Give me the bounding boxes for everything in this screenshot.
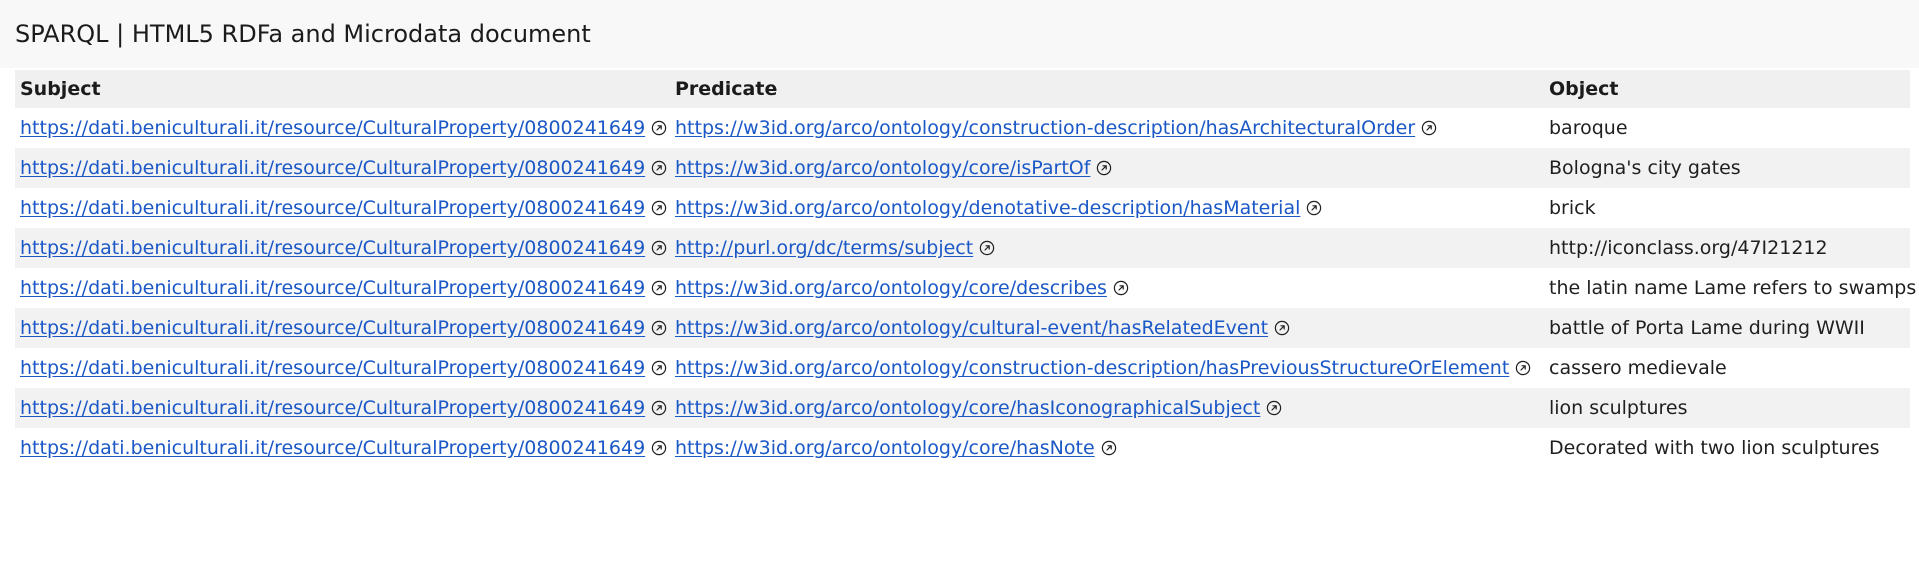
predicate-cell: https://w3id.org/arco/ontology/construct… <box>670 348 1544 388</box>
subject-link[interactable]: https://dati.beniculturali.it/resource/C… <box>20 437 645 459</box>
predicate-link[interactable]: https://w3id.org/arco/ontology/construct… <box>675 117 1415 139</box>
subject-cell: https://dati.beniculturali.it/resource/C… <box>15 308 670 348</box>
object-cell: the latin name Lame refers to swamps <box>1549 277 1917 299</box>
predicate-cell: https://w3id.org/arco/ontology/core/hasN… <box>670 428 1544 468</box>
predicate-cell: https://w3id.org/arco/ontology/cultural-… <box>670 308 1544 348</box>
predicate-link[interactable]: https://w3id.org/arco/ontology/denotativ… <box>675 197 1300 219</box>
external-link-icon[interactable] <box>651 280 667 296</box>
predicate-link[interactable]: https://w3id.org/arco/ontology/cultural-… <box>675 317 1268 339</box>
object-cell: lion sculptures <box>1549 397 1688 419</box>
predicate-cell: https://w3id.org/arco/ontology/construct… <box>670 108 1544 148</box>
subject-cell: https://dati.beniculturali.it/resource/C… <box>15 188 670 228</box>
subject-cell: https://dati.beniculturali.it/resource/C… <box>15 148 670 188</box>
column-header-subject: Subject <box>15 70 670 108</box>
results-table: Subject Predicate Object https://dati.be… <box>15 70 1917 468</box>
page-title: SPARQL | HTML5 RDFa and Microdata docume… <box>15 20 591 48</box>
predicate-link[interactable]: https://w3id.org/arco/ontology/core/hasN… <box>675 437 1095 459</box>
external-link-icon[interactable] <box>1421 120 1437 136</box>
object-cell: cassero medievale <box>1549 357 1727 379</box>
column-header-predicate: Predicate <box>670 70 1544 108</box>
subject-link[interactable]: https://dati.beniculturali.it/resource/C… <box>20 197 645 219</box>
subject-cell: https://dati.beniculturali.it/resource/C… <box>15 428 670 468</box>
table-row: https://dati.beniculturali.it/resource/C… <box>15 188 1910 228</box>
table-row: https://dati.beniculturali.it/resource/C… <box>15 108 1910 148</box>
external-link-icon[interactable] <box>1266 400 1282 416</box>
object-cell: Bologna's city gates <box>1549 157 1741 179</box>
object-cell: http://iconclass.org/47I21212 <box>1549 237 1828 259</box>
object-cell: battle of Porta Lame during WWII <box>1549 317 1865 339</box>
object-cell: brick <box>1549 197 1596 219</box>
external-link-icon[interactable] <box>651 360 667 376</box>
subject-cell: https://dati.beniculturali.it/resource/C… <box>15 108 670 148</box>
subject-link[interactable]: https://dati.beniculturali.it/resource/C… <box>20 357 645 379</box>
subject-link[interactable]: https://dati.beniculturali.it/resource/C… <box>20 317 645 339</box>
external-link-icon[interactable] <box>651 160 667 176</box>
external-link-icon[interactable] <box>651 200 667 216</box>
table-row: https://dati.beniculturali.it/resource/C… <box>15 428 1910 468</box>
table-row: https://dati.beniculturali.it/resource/C… <box>15 268 1917 308</box>
predicate-cell: https://w3id.org/arco/ontology/denotativ… <box>670 188 1544 228</box>
table-body: https://dati.beniculturali.it/resource/C… <box>15 108 1917 468</box>
external-link-icon[interactable] <box>1274 320 1290 336</box>
predicate-cell: http://purl.org/dc/terms/subject <box>670 228 1544 268</box>
subject-link[interactable]: https://dati.beniculturali.it/resource/C… <box>20 397 645 419</box>
subject-link[interactable]: https://dati.beniculturali.it/resource/C… <box>20 157 645 179</box>
external-link-icon[interactable] <box>1113 280 1129 296</box>
predicate-link[interactable]: https://w3id.org/arco/ontology/core/desc… <box>675 277 1107 299</box>
predicate-link[interactable]: https://w3id.org/arco/ontology/construct… <box>675 357 1509 379</box>
table-row: https://dati.beniculturali.it/resource/C… <box>15 388 1910 428</box>
subject-cell: https://dati.beniculturali.it/resource/C… <box>15 388 670 428</box>
predicate-link[interactable]: http://purl.org/dc/terms/subject <box>675 237 973 259</box>
external-link-icon[interactable] <box>651 320 667 336</box>
subject-link[interactable]: https://dati.beniculturali.it/resource/C… <box>20 237 645 259</box>
table-row: https://dati.beniculturali.it/resource/C… <box>15 228 1910 268</box>
object-cell: baroque <box>1549 117 1628 139</box>
subject-link[interactable]: https://dati.beniculturali.it/resource/C… <box>20 117 645 139</box>
subject-cell: https://dati.beniculturali.it/resource/C… <box>15 268 670 308</box>
external-link-icon[interactable] <box>1306 200 1322 216</box>
table-row: https://dati.beniculturali.it/resource/C… <box>15 348 1910 388</box>
table-header-row: Subject Predicate Object <box>15 70 1910 108</box>
predicate-cell: https://w3id.org/arco/ontology/core/hasI… <box>670 388 1544 428</box>
external-link-icon[interactable] <box>651 240 667 256</box>
table-row: https://dati.beniculturali.it/resource/C… <box>15 148 1910 188</box>
predicate-cell: https://w3id.org/arco/ontology/core/isPa… <box>670 148 1544 188</box>
predicate-link[interactable]: https://w3id.org/arco/ontology/core/isPa… <box>675 157 1090 179</box>
subject-cell: https://dati.beniculturali.it/resource/C… <box>15 228 670 268</box>
subject-link[interactable]: https://dati.beniculturali.it/resource/C… <box>20 277 645 299</box>
external-link-icon[interactable] <box>1515 360 1531 376</box>
table-row: https://dati.beniculturali.it/resource/C… <box>15 308 1910 348</box>
object-cell: Decorated with two lion sculptures <box>1549 437 1880 459</box>
external-link-icon[interactable] <box>651 400 667 416</box>
external-link-icon[interactable] <box>979 240 995 256</box>
predicate-link[interactable]: https://w3id.org/arco/ontology/core/hasI… <box>675 397 1260 419</box>
subject-cell: https://dati.beniculturali.it/resource/C… <box>15 348 670 388</box>
column-header-object: Object <box>1544 70 1910 108</box>
predicate-cell: https://w3id.org/arco/ontology/core/desc… <box>670 268 1544 308</box>
external-link-icon[interactable] <box>1101 440 1117 456</box>
external-link-icon[interactable] <box>651 120 667 136</box>
external-link-icon[interactable] <box>1096 160 1112 176</box>
external-link-icon[interactable] <box>651 440 667 456</box>
